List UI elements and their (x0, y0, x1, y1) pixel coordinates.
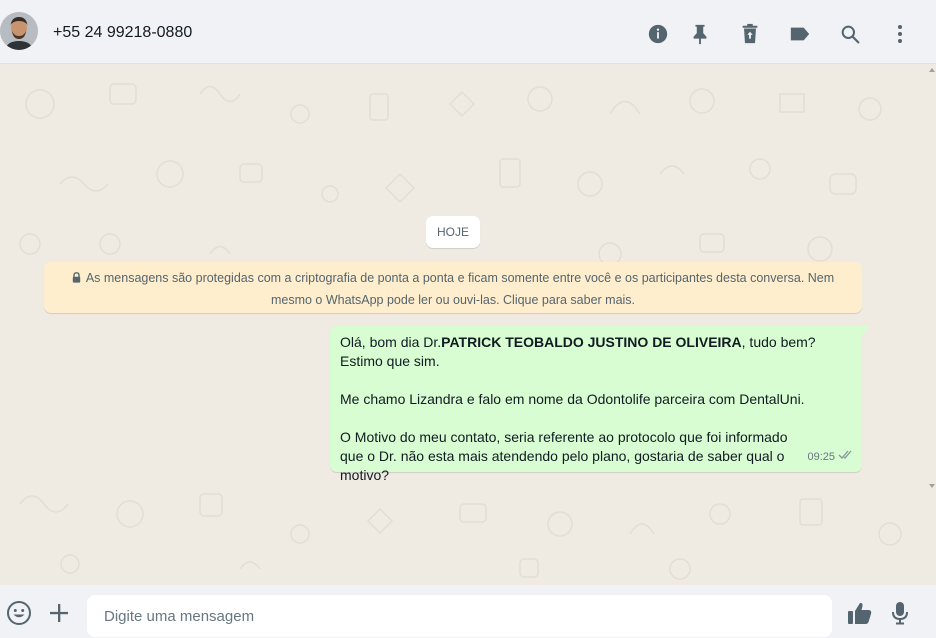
info-icon[interactable] (644, 20, 672, 48)
message-bold-name: PATRICK TEOBALDO JUSTINO DE OLIVEIRA (441, 334, 742, 350)
thumbs-up-icon[interactable] (846, 599, 874, 627)
chat-panel[interactable] (0, 64, 936, 585)
outgoing-message[interactable]: Olá, bom dia Dr.PATRICK TEOBALDO JUSTINO… (330, 326, 862, 483)
message-text: Olá, bom dia Dr. (340, 334, 442, 350)
message-time: 09:25 (807, 451, 835, 463)
label-icon[interactable] (786, 20, 814, 48)
message-input[interactable] (87, 595, 832, 637)
date-chip: HOJE (426, 216, 480, 248)
double-check-icon (838, 448, 854, 467)
trash-icon[interactable] (736, 20, 764, 48)
emoji-icon[interactable] (5, 599, 33, 627)
avatar[interactable] (0, 12, 38, 50)
microphone-icon[interactable] (886, 599, 914, 627)
message-meta: 09:25 (807, 448, 854, 467)
plus-icon[interactable] (45, 599, 73, 627)
scroll-down-arrow-icon[interactable] (929, 484, 935, 488)
chat-wallpaper-doodles (19, 83, 902, 580)
chat-header: +55 24 99218-0880 (0, 0, 936, 64)
contact-name[interactable]: +55 24 99218-0880 (53, 24, 192, 42)
kebab-menu-icon[interactable] (886, 20, 914, 48)
pin-icon[interactable] (686, 20, 714, 48)
encryption-notice-text: As mensagens são protegidas com a cripto… (85, 271, 835, 307)
chat-scrollbar[interactable] (929, 64, 936, 494)
encryption-notice[interactable]: As mensagens são protegidas com a cripto… (44, 262, 862, 313)
bubble-tail (862, 326, 870, 336)
message-paragraph: Me chamo Lizandra e falo em nome da Odon… (340, 391, 805, 407)
search-icon[interactable] (836, 20, 864, 48)
composer-bar (0, 585, 936, 638)
message-paragraph: O Motivo do meu contato, seria referente… (340, 429, 788, 483)
scroll-up-arrow-icon[interactable] (929, 68, 935, 72)
message-paragraph: Olá, bom dia Dr.PATRICK TEOBALDO JUSTINO… (340, 333, 853, 371)
lock-icon (72, 269, 81, 290)
